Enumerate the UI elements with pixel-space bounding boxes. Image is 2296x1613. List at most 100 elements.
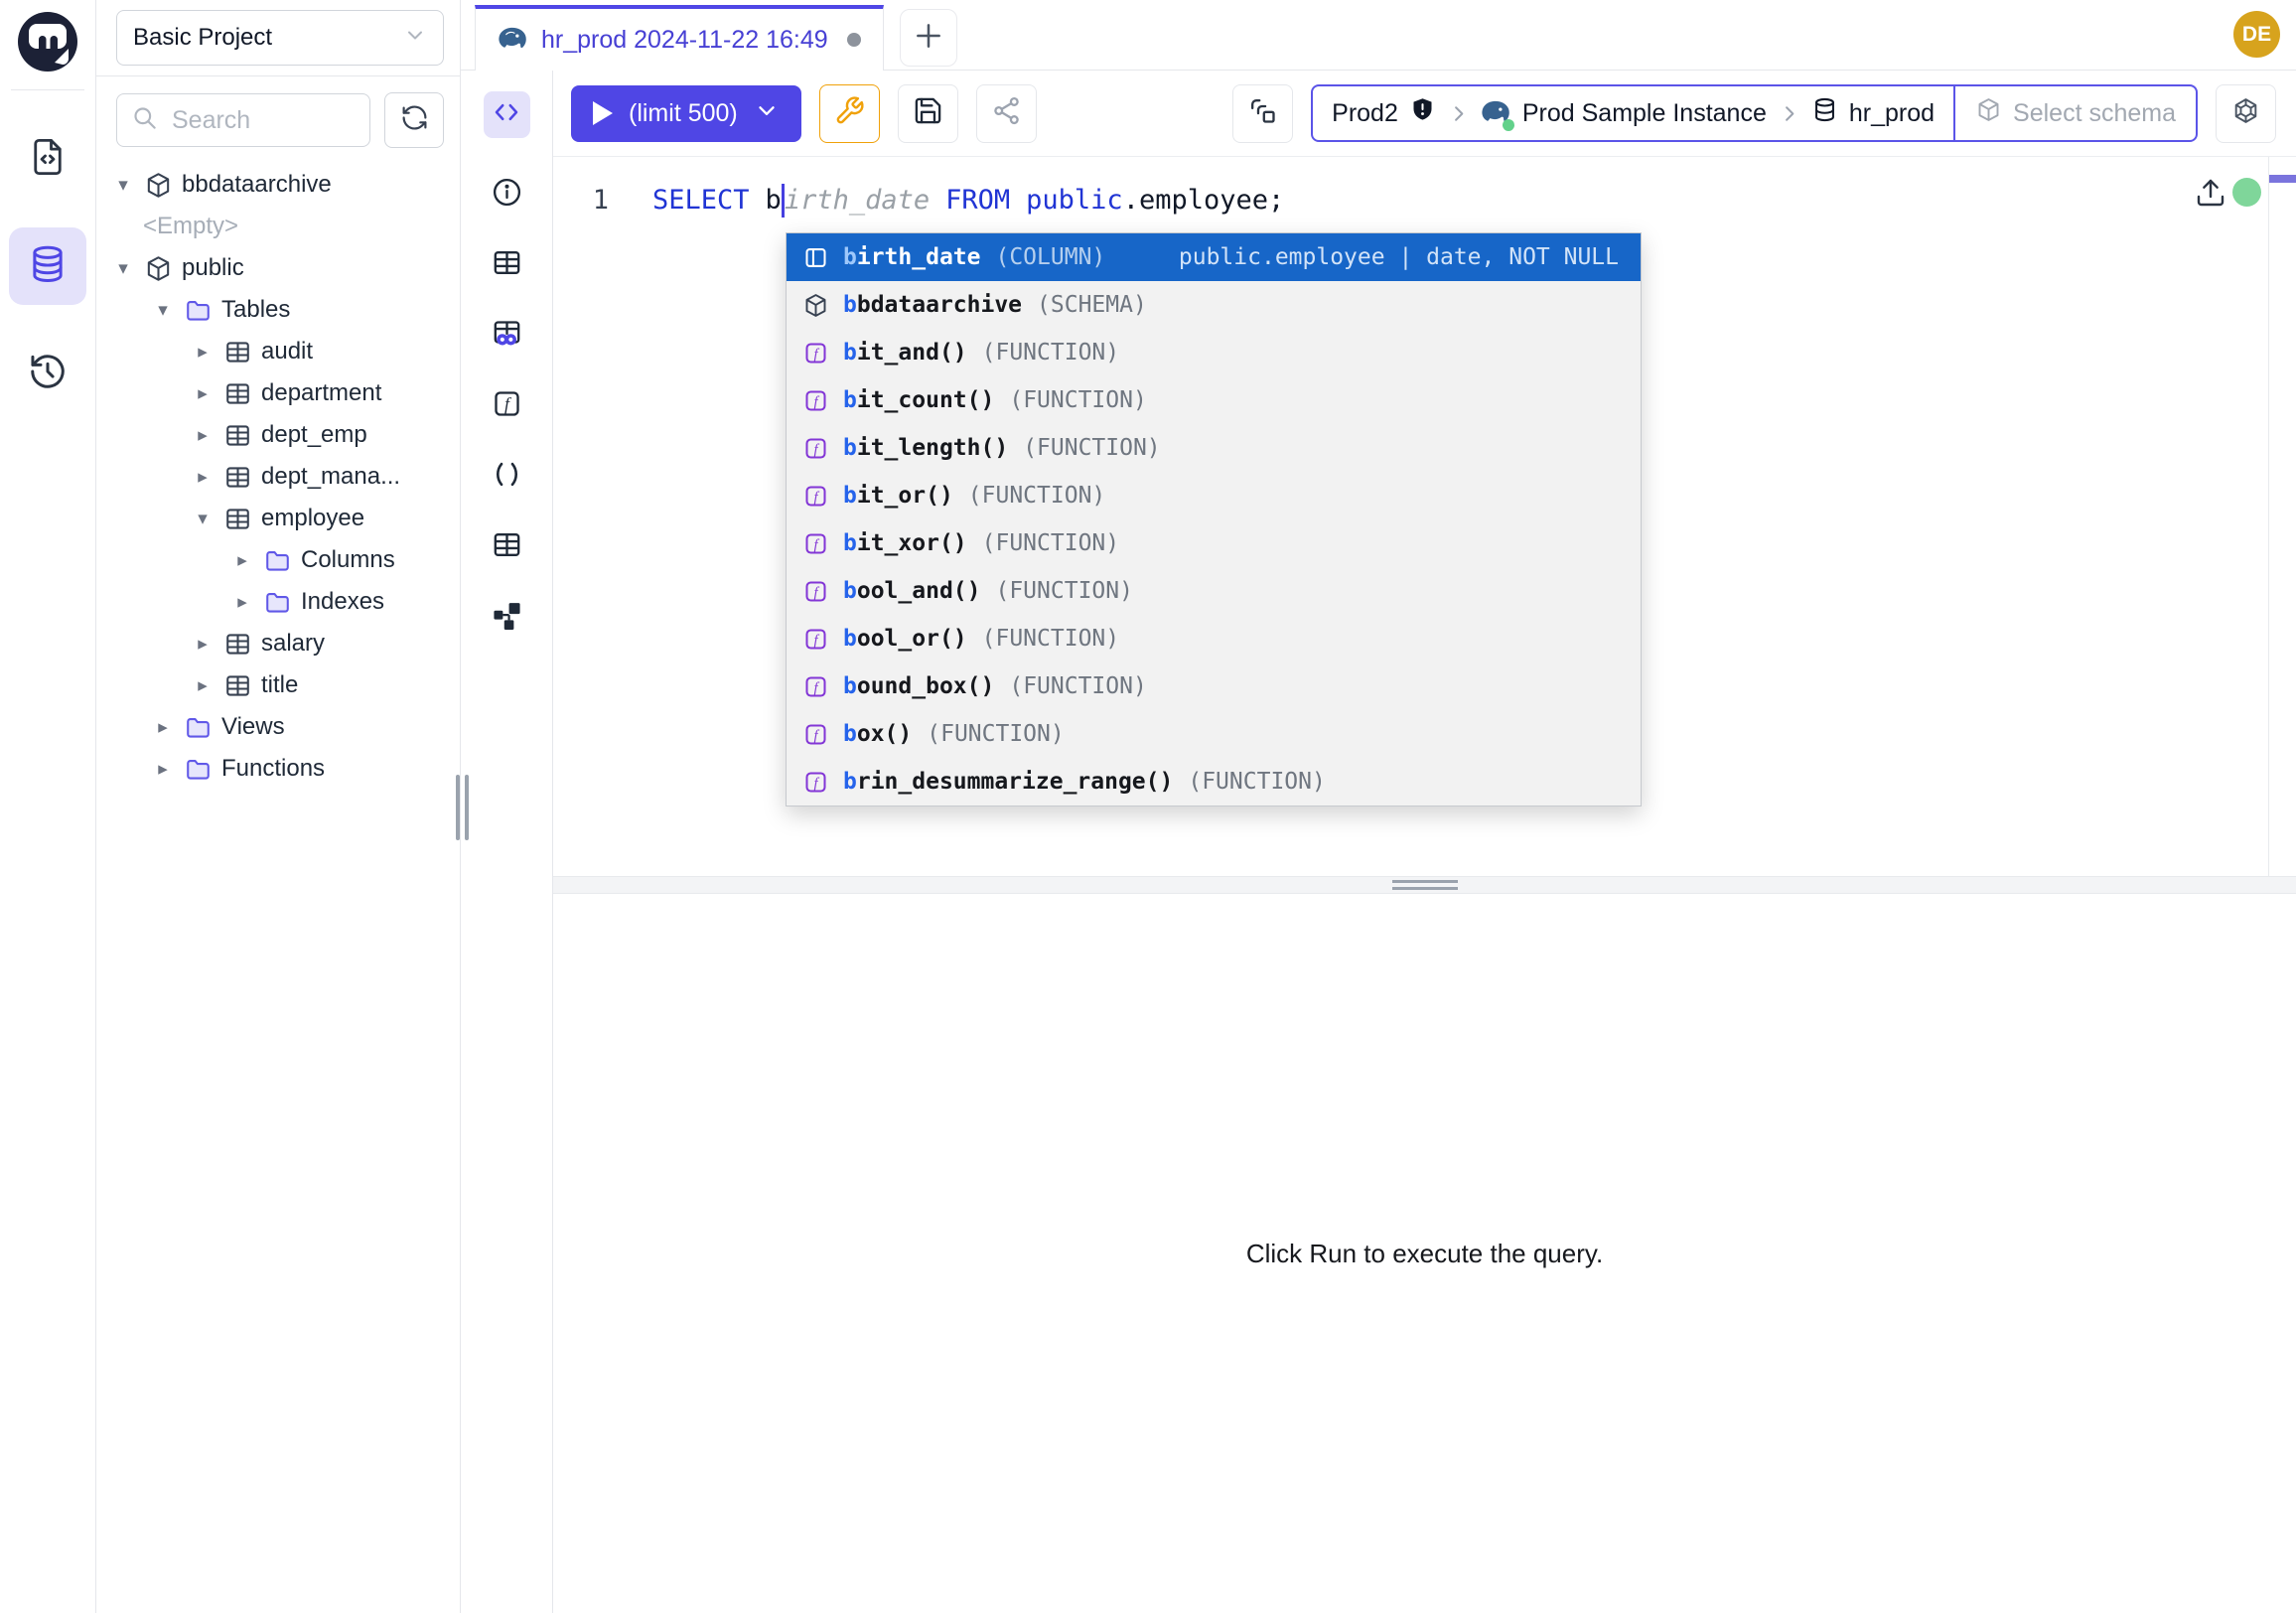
- tree-item[interactable]: ▾ employee: [96, 498, 460, 539]
- completion-name: bbdataarchive: [843, 292, 1022, 318]
- completion-kind-label: (FUNCTION): [1023, 435, 1160, 461]
- run-query-button[interactable]: (limit 500): [571, 85, 801, 142]
- editor-table-search-button[interactable]: [487, 319, 526, 353]
- tree-caret-icon[interactable]: ▾: [112, 174, 134, 197]
- sql-editor-app: Basic Project: [0, 0, 2296, 1613]
- rail-worksheet-button[interactable]: [9, 120, 86, 198]
- completion-kind-icon: f: [800, 767, 830, 797]
- autocomplete-item[interactable]: f bit_count() (FUNCTION): [787, 376, 1641, 424]
- completion-name: bit_xor(): [843, 530, 967, 556]
- tree-caret-icon[interactable]: ▾: [192, 508, 214, 530]
- tree-item[interactable]: ▸ department: [96, 372, 460, 414]
- editor-tables-button[interactable]: [487, 248, 526, 282]
- tab-hr-prod[interactable]: hr_prod 2024-11-22 16:49: [475, 5, 884, 71]
- autocomplete-item[interactable]: f brin_desummarize_range() (FUNCTION): [787, 758, 1641, 806]
- chevron-down-icon[interactable]: [754, 97, 780, 130]
- tree-caret-icon[interactable]: ▸: [231, 591, 253, 614]
- tree-item[interactable]: ▸ Functions: [96, 748, 460, 790]
- autocomplete-item[interactable]: f bit_xor() (FUNCTION): [787, 519, 1641, 567]
- unsaved-dot-icon: [847, 33, 861, 47]
- tree-item[interactable]: ▾ bbdataarchive: [96, 164, 460, 206]
- tree-item[interactable]: ▸ audit: [96, 331, 460, 372]
- tree-node-icon: [262, 545, 292, 575]
- autocomplete-item[interactable]: f bit_length() (FUNCTION): [787, 424, 1641, 472]
- autocomplete-item[interactable]: f bit_or() (FUNCTION): [787, 472, 1641, 519]
- environment-label: Prod2: [1332, 99, 1398, 128]
- add-tab-button[interactable]: [900, 9, 957, 67]
- user-avatar[interactable]: DE: [2233, 11, 2280, 58]
- completion-kind-icon: f: [800, 624, 830, 654]
- tree-caret-icon[interactable]: ▸: [152, 716, 174, 739]
- tree-item[interactable]: ▸ Columns: [96, 539, 460, 581]
- wrench-icon: [834, 95, 865, 131]
- schema-sidebar: Basic Project: [96, 0, 461, 1613]
- tree-item[interactable]: <Empty>: [96, 206, 460, 247]
- save-icon: [913, 95, 943, 131]
- editor-info-button[interactable]: [487, 178, 526, 212]
- editor-parentheses-button[interactable]: [487, 460, 526, 494]
- svg-text:f: f: [813, 584, 819, 600]
- tree-item[interactable]: ▸ Indexes: [96, 581, 460, 623]
- database-selector[interactable]: Prod2: [1313, 86, 1953, 140]
- tree-item[interactable]: ▸ title: [96, 664, 460, 706]
- tree-caret-icon[interactable]: ▸: [192, 382, 214, 405]
- tree-node-label: Tables: [221, 296, 290, 324]
- editor-schema-diagram-button[interactable]: [487, 601, 526, 635]
- share-button[interactable]: [976, 84, 1037, 143]
- save-button[interactable]: [898, 84, 958, 143]
- editor-column: (limit 500): [553, 71, 2296, 1613]
- sidebar-resize-handle[interactable]: [456, 775, 469, 840]
- completion-kind-icon: f: [800, 576, 830, 606]
- tree-caret-icon[interactable]: ▸: [192, 674, 214, 697]
- rail-history-button[interactable]: [9, 335, 86, 412]
- tree-node-label: department: [261, 379, 381, 407]
- project-selector[interactable]: Basic Project: [116, 10, 444, 66]
- tree-caret-icon[interactable]: ▸: [192, 633, 214, 656]
- chevron-right-icon: [1447, 102, 1470, 125]
- completion-kind-label: (FUNCTION): [1009, 387, 1146, 413]
- search-row: [96, 76, 460, 154]
- autocomplete-item[interactable]: f bool_or() (FUNCTION): [787, 615, 1641, 662]
- bytebase-logo-icon[interactable]: [16, 10, 79, 73]
- format-sql-button[interactable]: [819, 84, 880, 143]
- editor-functions-button[interactable]: f: [487, 389, 526, 423]
- batch-query-button[interactable]: [1232, 84, 1293, 143]
- autocomplete-item[interactable]: f bound_box() (FUNCTION): [787, 662, 1641, 710]
- tree-item[interactable]: ▸ dept_mana...: [96, 456, 460, 498]
- tree-caret-icon[interactable]: ▾: [152, 299, 174, 322]
- rail-database-button[interactable]: [9, 227, 86, 305]
- tab-bar: hr_prod 2024-11-22 16:49 DE: [461, 0, 2296, 71]
- autocomplete-item[interactable]: f box() (FUNCTION): [787, 710, 1641, 758]
- main-area: hr_prod 2024-11-22 16:49 DE: [461, 0, 2296, 1613]
- tree-item[interactable]: ▾ Tables: [96, 289, 460, 331]
- refresh-button[interactable]: [384, 92, 444, 148]
- svg-text:f: f: [813, 536, 819, 552]
- autocomplete-item[interactable]: f bool_and() (FUNCTION): [787, 567, 1641, 615]
- tree-caret-icon[interactable]: ▾: [112, 257, 134, 280]
- panel-resize-handle[interactable]: [553, 876, 2296, 894]
- completion-detail: public.employee | date, NOT NULL: [1179, 244, 1627, 270]
- tree-item[interactable]: ▸ dept_emp: [96, 414, 460, 456]
- search-input[interactable]: [170, 105, 356, 136]
- ai-assistant-button[interactable]: [2216, 84, 2276, 143]
- schema-selector[interactable]: Select schema: [1953, 86, 2196, 140]
- autocomplete-item[interactable]: birth_date (COLUMN) public.employee | da…: [787, 233, 1641, 281]
- code-panel-toggle[interactable]: [484, 91, 530, 138]
- autocomplete-item[interactable]: bbdataarchive (SCHEMA): [787, 281, 1641, 329]
- tree-item[interactable]: ▸ salary: [96, 623, 460, 664]
- upload-sql-button[interactable]: [2195, 177, 2226, 213]
- tree-caret-icon[interactable]: ▸: [192, 466, 214, 489]
- autocomplete-item[interactable]: f bit_and() (FUNCTION): [787, 329, 1641, 376]
- typed-text: b: [766, 181, 782, 220]
- editor-views-button[interactable]: [487, 530, 526, 564]
- tree-caret-icon[interactable]: ▸: [231, 549, 253, 572]
- tree-caret-icon[interactable]: ▸: [152, 758, 174, 781]
- tree-item[interactable]: ▸ Views: [96, 706, 460, 748]
- tree-caret-icon[interactable]: ▸: [192, 424, 214, 447]
- tree-item[interactable]: ▾ public: [96, 247, 460, 289]
- svg-text:f: f: [813, 727, 819, 743]
- sql-editor[interactable]: 1 SELECTbirth_dateFROMpublic.employee; b…: [553, 157, 2296, 876]
- editor-overview-strip[interactable]: [2268, 157, 2296, 876]
- completion-kind-label: (FUNCTION): [982, 530, 1119, 556]
- tree-caret-icon[interactable]: ▸: [192, 341, 214, 364]
